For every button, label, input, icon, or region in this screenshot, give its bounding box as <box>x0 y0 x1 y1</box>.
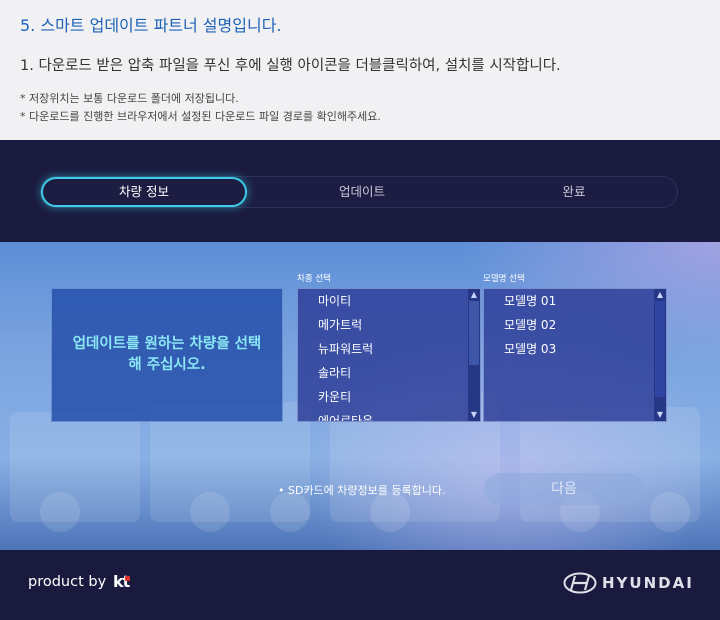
model-name-list[interactable]: 모델명 01 모델명 02 모델명 03 ▲ ▼ <box>483 288 667 422</box>
instruction-section: 5. 스마트 업데이트 파트너 설명입니다. 1. 다운로드 받은 압축 파일을… <box>0 0 720 140</box>
list-item-vehicle-type[interactable]: 솔라티 <box>318 361 351 385</box>
progress-stepper: 차량 정보 업데이트 완료 <box>40 176 678 208</box>
vehicle-type-list[interactable]: 마이티 메가트럭 뉴파워트럭 솔라티 카운티 에어로타운 ▲ ▼ <box>297 288 481 422</box>
scroll-up-arrow-icon[interactable]: ▲ <box>468 289 480 301</box>
list-item-model[interactable]: 모델명 01 <box>504 289 556 313</box>
background-wheel <box>40 492 80 532</box>
hyundai-logo-icon <box>563 572 597 594</box>
scroll-thumb[interactable] <box>469 301 479 365</box>
update-app: 차량 정보 업데이트 완료 업데이트를 원하는 차량을 선택해 주십시오. 차종… <box>0 140 720 620</box>
scroll-down-arrow-icon[interactable]: ▼ <box>468 409 480 421</box>
scroll-up-arrow-icon[interactable]: ▲ <box>654 289 666 301</box>
list-item-model[interactable]: 모델명 03 <box>504 337 556 361</box>
model-name-label: 모델명 선택 <box>483 274 525 284</box>
scrollbar[interactable]: ▲ ▼ <box>654 289 666 421</box>
vehicle-select-panel: 업데이트를 원하는 차량을 선택해 주십시오. 차종 선택 마이티 메가트럭 뉴… <box>0 242 720 550</box>
instruction-note: * 저장위치는 보통 다운로드 폴더에 저장됩니다. <box>20 92 239 105</box>
instruction-note: * 다운로드를 진행한 브라우저에서 설정된 다운로드 파일 경로를 확인해주세… <box>20 110 381 123</box>
background-wheel <box>650 492 690 532</box>
scroll-thumb[interactable] <box>655 301 665 397</box>
next-button[interactable]: 다음 <box>484 473 644 505</box>
list-item-vehicle-type[interactable]: 마이티 <box>318 289 351 313</box>
list-item-vehicle-type[interactable]: 카운티 <box>318 385 351 409</box>
list-item-model[interactable]: 모델명 02 <box>504 313 556 337</box>
prompt-box: 업데이트를 원하는 차량을 선택해 주십시오. <box>51 288 283 422</box>
step-update[interactable]: 업데이트 <box>257 177 467 207</box>
footer: product by kt HYUNDAI <box>0 550 720 620</box>
step-complete[interactable]: 완료 <box>469 177 679 207</box>
step-vehicle-info[interactable]: 차량 정보 <box>41 177 247 207</box>
scroll-down-arrow-icon[interactable]: ▼ <box>654 409 666 421</box>
background-wheel <box>270 492 310 532</box>
background-wheel <box>370 492 410 532</box>
vehicle-type-label: 차종 선택 <box>297 274 331 284</box>
instruction-title: 5. 스마트 업데이트 파트너 설명입니다. <box>20 16 282 35</box>
list-item-vehicle-type[interactable]: 메가트럭 <box>318 313 362 337</box>
list-item-vehicle-type[interactable]: 뉴파워트럭 <box>318 337 373 361</box>
instruction-step: 1. 다운로드 받은 압축 파일을 푸신 후에 실행 아이콘을 더블클릭하여, … <box>20 58 561 74</box>
hyundai-wordmark: HYUNDAI <box>602 574 694 592</box>
kt-logo: kt <box>113 572 130 591</box>
scrollbar[interactable]: ▲ ▼ <box>468 289 480 421</box>
background-wheel <box>190 492 230 532</box>
product-by-text: product by <box>28 574 107 590</box>
list-item-vehicle-type[interactable]: 에어로타운 <box>318 409 373 421</box>
kt-logo-dot <box>125 576 130 581</box>
register-note: • SD카드에 차량정보를 등록합니다. <box>278 484 446 497</box>
prompt-text: 업데이트를 원하는 차량을 선택해 주십시오. <box>72 336 262 373</box>
